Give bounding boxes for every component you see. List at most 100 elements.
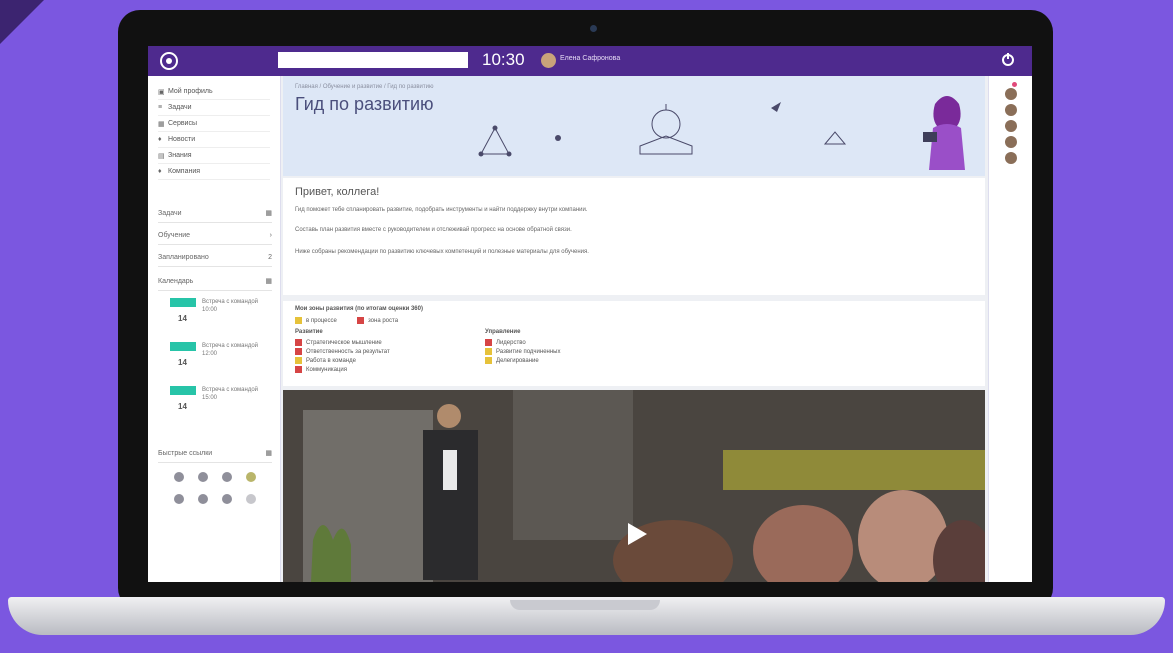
sidebar-item-services[interactable]: ▦ Сервисы	[158, 116, 270, 132]
sidebar-item-knowledge[interactable]: ▤ Знания	[158, 148, 270, 164]
status-swatch	[485, 357, 492, 364]
sidebar: ▣ Мой профиль ≡ Задачи ▦ Сервисы ♦ Новости ▤…	[148, 76, 281, 582]
search-input[interactable]	[278, 52, 468, 68]
event-day: 14	[178, 358, 187, 367]
contact-avatar[interactable]	[1005, 120, 1017, 132]
building-icon: ♦	[158, 168, 162, 175]
app-logo-icon[interactable]	[160, 52, 178, 70]
user-avatar[interactable]	[541, 53, 556, 68]
sidebar-item-label: Сервисы	[168, 120, 198, 127]
notification-dot	[1012, 82, 1017, 87]
card-label: Календарь	[158, 277, 194, 285]
legend-item: зона роста	[357, 317, 398, 324]
sidebar-item-label: Компания	[168, 168, 201, 175]
competency-item: Работа в команде	[295, 357, 356, 364]
intro-card: Привет, коллега! Гид поможет тебе сплани…	[283, 178, 985, 295]
status-swatch	[485, 348, 492, 355]
camera-icon	[590, 25, 597, 32]
right-rail	[988, 76, 1032, 582]
calendar-event[interactable]: 14 Встреча с командой 12:00	[170, 342, 270, 382]
calendar-icon: ▦	[265, 210, 272, 217]
power-icon[interactable]	[1002, 53, 1014, 66]
contact-avatar[interactable]	[1005, 88, 1017, 100]
competency-item: Стратегическое мышление	[295, 339, 382, 346]
sidebar-card-planned[interactable]: Запланировано 2	[158, 248, 272, 267]
video-player[interactable]	[283, 390, 985, 582]
calendar-icon: ▦	[265, 278, 272, 285]
event-badge	[170, 386, 196, 395]
event-title: Встреча с командой 15:00	[202, 387, 259, 401]
bell-icon: ♦	[158, 136, 162, 143]
laptop-screen: 10:30 Елена Сафронова ▣ Мой профиль ≡ Зада…	[148, 46, 1032, 582]
status-swatch	[485, 339, 492, 346]
quick-link-icon[interactable]	[246, 472, 256, 482]
competency-item: Коммуникация	[295, 366, 347, 373]
quick-link-icon[interactable]	[174, 494, 184, 504]
competency-item: Делегирование	[485, 357, 539, 364]
quick-link-icon[interactable]	[222, 472, 232, 482]
status-swatch	[295, 357, 302, 364]
calendar-event[interactable]: 14 Встреча с командой 10:00	[170, 298, 270, 338]
clock: 10:30	[482, 50, 525, 69]
event-day: 14	[178, 314, 187, 323]
event-badge	[170, 298, 196, 307]
sidebar-nav: ▣ Мой профиль ≡ Задачи ▦ Сервисы ♦ Новости ▤…	[158, 84, 270, 180]
contact-avatar[interactable]	[1005, 136, 1017, 148]
legend-swatch	[357, 317, 364, 324]
quick-link-icon[interactable]	[222, 494, 232, 504]
greeting-heading: Привет, коллега!	[295, 186, 380, 198]
decorative-corner	[0, 0, 44, 44]
quick-link-icon[interactable]	[198, 472, 208, 482]
legend-swatch	[295, 317, 302, 324]
intro-paragraph: Гид поможет тебе спланировать развитие, …	[295, 207, 588, 213]
contact-avatar[interactable]	[1005, 152, 1017, 164]
group-title[interactable]: Развитие	[295, 329, 323, 335]
card-label: Задачи	[158, 209, 182, 217]
assessment-title: Мои зоны развития (по итогам оценки 360)	[295, 306, 423, 312]
event-badge	[170, 342, 196, 351]
sidebar-card-learning[interactable]: Обучение ›	[158, 226, 272, 245]
competency-item: Ответственность за результат	[295, 348, 390, 355]
card-label: Обучение	[158, 231, 191, 239]
sidebar-item-label: Мой профиль	[168, 88, 213, 95]
event-title: Встреча с командой 10:00	[202, 299, 259, 313]
sidebar-item-tasks[interactable]: ≡ Задачи	[158, 100, 270, 116]
grid-icon: ▦	[158, 120, 165, 128]
group-title[interactable]: Управление	[485, 329, 520, 335]
card-count: 2	[268, 253, 272, 261]
competency-item: Развитие подчиненных	[485, 348, 561, 355]
status-swatch	[295, 366, 302, 373]
calendar-event[interactable]: 14 Встреча с командой 15:00	[170, 386, 270, 426]
sidebar-card-calendar[interactable]: Календарь ▦	[158, 272, 272, 291]
event-title: Встреча с командой 12:00	[202, 343, 259, 357]
card-label: Запланировано	[158, 253, 209, 261]
sidebar-item-news[interactable]: ♦ Новости	[158, 132, 270, 148]
chevron-right-icon: ›	[269, 231, 272, 239]
laptop-notch	[510, 600, 660, 610]
quick-links-header: Быстрые ссылки ▦	[158, 444, 272, 463]
list-icon: ≡	[158, 104, 163, 111]
main-content: Главная / Обучение и развитие / Гид по р…	[283, 76, 985, 582]
competency-item: Лидерство	[485, 339, 526, 346]
video-frame	[283, 390, 985, 582]
quick-link-icon[interactable]	[246, 494, 256, 504]
sidebar-item-label: Новости	[168, 136, 196, 143]
assessment-card: Мои зоны развития (по итогам оценки 360)…	[283, 301, 985, 386]
intro-paragraph: Ниже собраны рекомендации по развитию кл…	[295, 249, 589, 255]
banner-illustration	[478, 96, 965, 170]
event-day: 14	[178, 402, 187, 411]
sidebar-item-company[interactable]: ♦ Компания	[158, 164, 270, 180]
quick-link-icon[interactable]	[174, 472, 184, 482]
grid-icon: ▦	[265, 450, 272, 457]
intro-paragraph: Составь план развития вместе с руководит…	[295, 227, 572, 233]
user-name[interactable]: Елена Сафронова	[560, 55, 620, 62]
contact-avatar[interactable]	[1005, 104, 1017, 116]
hero-banner: Главная / Обучение и развитие / Гид по р…	[283, 76, 985, 176]
user-icon: ▣	[158, 88, 165, 96]
quick-link-icon[interactable]	[198, 494, 208, 504]
sidebar-item-profile[interactable]: ▣ Мой профиль	[158, 84, 270, 100]
play-icon[interactable]	[628, 523, 647, 545]
sidebar-card-tasks[interactable]: Задачи ▦	[158, 204, 272, 223]
status-swatch	[295, 348, 302, 355]
book-icon: ▤	[158, 152, 165, 160]
